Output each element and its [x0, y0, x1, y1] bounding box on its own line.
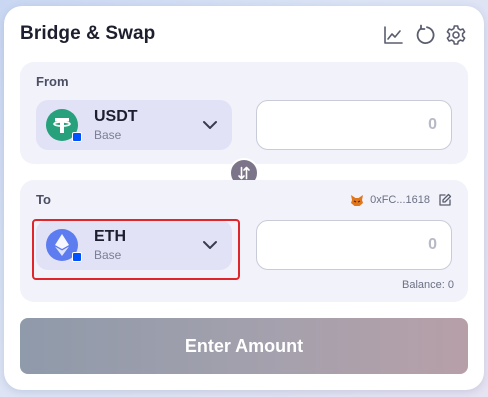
base-chain-icon — [72, 132, 82, 142]
from-token-chain: Base — [94, 128, 122, 142]
balance-text: Balance: 0 — [402, 279, 454, 291]
to-amount-input[interactable] — [257, 221, 451, 269]
refresh-icon[interactable] — [414, 24, 436, 46]
wallet-indicator: 0xFC...1618 — [350, 192, 452, 208]
edit-icon[interactable] — [438, 193, 452, 207]
metamask-fox-icon — [350, 194, 364, 207]
to-panel: To 0xFC...1618 ETH Base 0 Balance: 0 — [20, 180, 468, 302]
from-token-symbol: USDT — [94, 108, 138, 125]
to-amount-field[interactable] — [256, 220, 452, 270]
chevron-down-icon — [202, 117, 218, 133]
chart-icon[interactable] — [382, 24, 404, 46]
enter-amount-button[interactable]: Enter Amount — [20, 318, 468, 374]
to-token-chain: Base — [94, 248, 122, 262]
page-title: Bridge & Swap — [20, 23, 156, 44]
settings-icon[interactable] — [445, 24, 467, 46]
to-token-symbol: ETH — [94, 228, 126, 245]
from-amount-field[interactable] — [256, 100, 452, 150]
from-amount-input[interactable] — [257, 101, 451, 149]
wallet-address: 0xFC...1618 — [370, 194, 430, 206]
to-label: To — [36, 192, 51, 207]
chevron-down-icon — [202, 237, 218, 253]
from-panel: From USDT Base — [20, 62, 468, 164]
from-label: From — [36, 74, 69, 89]
to-token-selector[interactable]: ETH Base — [36, 220, 232, 270]
bridge-swap-card: Bridge & Swap From USDT Base 0 To 0xFC..… — [4, 6, 484, 390]
base-chain-icon — [72, 252, 82, 262]
from-token-selector[interactable]: USDT Base — [36, 100, 232, 150]
